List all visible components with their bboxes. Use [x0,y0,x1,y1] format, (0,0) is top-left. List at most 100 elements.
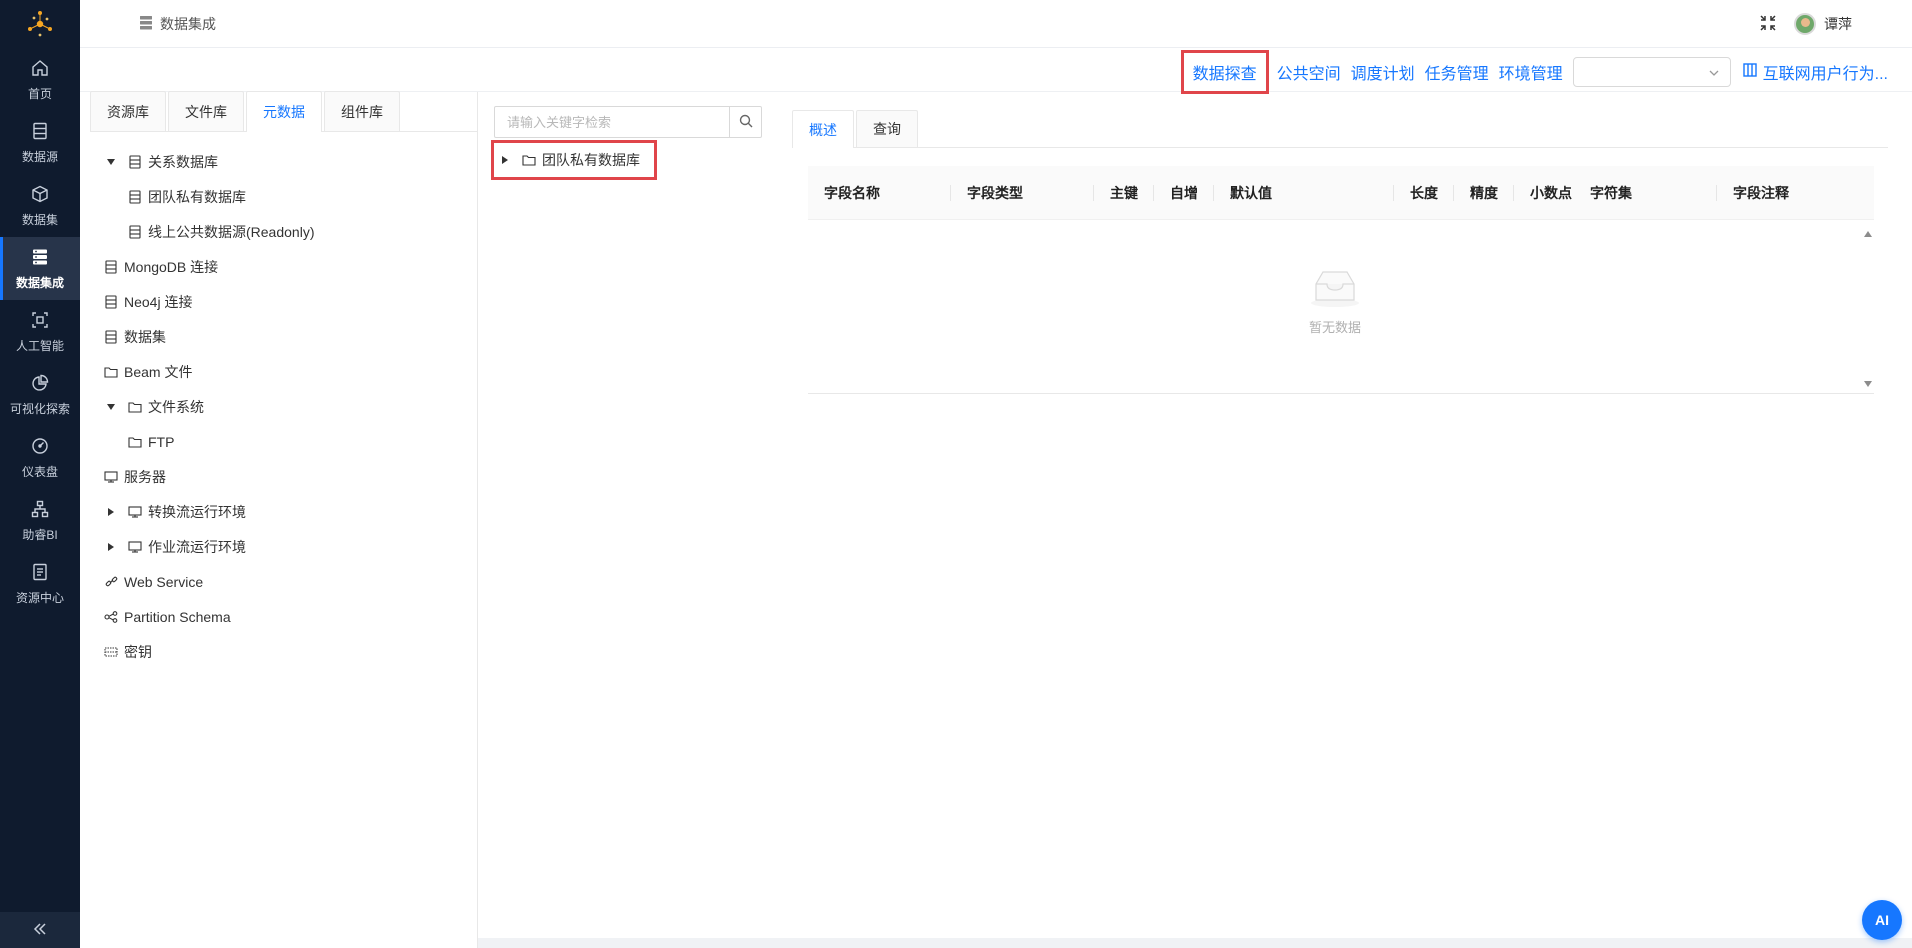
pie-chart-icon [29,372,51,394]
nav-label: 数据集 [21,213,58,227]
tree-node[interactable]: 作业流运行环境 [104,529,477,564]
horizontal-scrollbar[interactable] [478,938,1912,948]
tree-node-label: 作业流运行环境 [148,538,246,555]
key-icon [104,645,118,659]
tree-node-team-private-db[interactable]: 团队私有数据库 [491,140,657,180]
tree-node[interactable]: 文件系统 [104,389,477,424]
caret-right-icon[interactable] [104,542,118,552]
nav-label: 仪表盘 [21,465,58,479]
nav-label: 资源中心 [15,591,64,605]
nav-label: 助睿BI [22,528,58,542]
link-task-management[interactable]: 任务管理 [1425,60,1489,84]
table-scrollbar[interactable] [1862,220,1874,394]
database-icon [104,329,118,344]
folder-icon [104,365,118,379]
ai-assistant-button[interactable]: AI [1862,900,1902,940]
tab-repository[interactable]: 资源库 [90,91,166,131]
nav-item-dataset[interactable]: 数据集 [0,174,80,237]
top-header: 数据集成 谭萍 [80,0,1912,48]
double-chevron-left-icon [33,922,47,938]
org-chart-icon [29,498,51,520]
user-name[interactable]: 谭萍 [1824,14,1852,34]
column-header: 小数点 [1530,184,1572,201]
tab-overview[interactable]: 概述 [792,110,854,148]
tree-node[interactable]: Beam 文件 [104,354,477,389]
column-header: 主键 [1094,166,1154,220]
tree-node-label: Partition Schema [124,608,231,625]
tree-node[interactable]: 团队私有数据库 [104,179,477,214]
connection-panel: 团队私有数据库 [478,92,768,948]
folder-icon [128,435,142,449]
tree-node-label: 数据集 [124,328,166,345]
nav-item-datasource[interactable]: 数据源 [0,111,80,174]
nav-label: 数据源 [21,150,58,164]
column-header: 字符集 [1574,166,1717,220]
tree-node[interactable]: FTP [104,424,477,459]
nav-item-visual-explore[interactable]: 可视化探索 [0,363,80,426]
tree-node-label: 团队私有数据库 [542,152,640,168]
database-icon [128,154,142,169]
tree-node[interactable]: 关系数据库 [104,144,477,179]
avatar[interactable] [1794,13,1816,35]
tree-node[interactable]: 线上公共数据源(Readonly) [104,214,477,249]
search-button[interactable] [729,107,761,137]
scroll-up-icon[interactable] [1864,224,1872,240]
nav-item-resource-center[interactable]: 资源中心 [0,552,80,615]
database-icon [29,120,51,142]
scroll-down-icon[interactable] [1864,374,1872,390]
fullscreen-icon[interactable] [1760,14,1776,34]
module-toolbar: 数据探查 公共空间 调度计划 任务管理 环境管理 互联网用户行为... [80,48,1912,94]
link-data-explore[interactable]: 数据探查 [1180,50,1269,94]
tab-component-library[interactable]: 组件库 [324,91,400,131]
app-logo[interactable] [0,0,80,48]
caret-right-icon[interactable] [502,156,508,164]
link-icon [104,575,118,589]
tree-node[interactable]: Web Service [104,564,477,599]
monitor-icon [104,470,118,484]
tree-node-label: 线上公共数据源(Readonly) [148,223,315,240]
tree-node[interactable]: 密钥 [104,634,477,669]
left-tabs: 资源库 文件库 元数据 组件库 [90,91,477,132]
column-header: 默认值 [1214,166,1394,220]
caret-down-icon[interactable] [104,402,118,412]
nav-item-ai[interactable]: 人工智能 [0,300,80,363]
detail-panel: 概述 查询 字段名称 字段类型 主键 自增 默认值 长度 精度 小数点 字符集 … [768,92,1912,948]
link-public-space[interactable]: 公共空间 [1277,60,1341,84]
nav-item-bi[interactable]: 助睿BI [0,489,80,552]
tree-node[interactable]: 数据集 [104,319,477,354]
app-title: 互联网用户行为... [1762,66,1888,83]
column-header: 长度 [1394,166,1454,220]
link-schedule-plan[interactable]: 调度计划 [1351,60,1415,84]
table-header: 字段名称 字段类型 主键 自增 默认值 长度 精度 小数点 字符集 字段注释 [808,166,1874,220]
nav-item-data-integration[interactable]: 数据集成 [0,237,80,300]
tree-node-label: FTP [148,433,175,450]
app-root: 首页 数据源 数据集 数据集成 人工智能 可视化探索 仪表盘 助睿BI 资源中心… [0,0,1912,948]
nav-item-dashboard[interactable]: 仪表盘 [0,426,80,489]
tree-node[interactable]: 转换流运行环境 [104,494,477,529]
tree-node[interactable]: MongoDB 连接 [104,249,477,284]
current-app-link[interactable]: 互联网用户行为... [1742,60,1888,84]
tree-node[interactable]: Neo4j 连接 [104,284,477,319]
tree-node[interactable]: 服务器 [104,459,477,494]
collapse-nav-button[interactable] [0,912,80,948]
metadata-panel: 资源库 文件库 元数据 组件库 关系数据库团队私有数据库线上公共数据源(Read… [80,91,478,948]
toolbar-links: 数据探查 公共空间 调度计划 任务管理 环境管理 互联网用户行为... [1179,50,1888,94]
tree-node-label: 关系数据库 [148,153,218,170]
side-nav: 首页 数据源 数据集 数据集成 人工智能 可视化探索 仪表盘 助睿BI 资源中心 [0,0,80,948]
column-header: 精度 [1454,166,1514,220]
caret-down-icon[interactable] [104,157,118,167]
database-icon [128,224,142,239]
search-input[interactable] [495,107,729,137]
tree-node[interactable]: Partition Schema [104,599,477,634]
link-env-management[interactable]: 环境管理 [1499,60,1563,84]
home-icon [29,57,51,79]
tab-file-library[interactable]: 文件库 [168,91,244,131]
nav-item-home[interactable]: 首页 [0,48,80,111]
caret-right-icon[interactable] [104,507,118,517]
monitor-icon [128,540,142,554]
database-icon [128,189,142,204]
tab-metadata[interactable]: 元数据 [246,91,322,132]
environment-select[interactable] [1572,57,1731,87]
tree-node-label: 文件系统 [148,398,204,415]
tab-query[interactable]: 查询 [856,110,918,147]
